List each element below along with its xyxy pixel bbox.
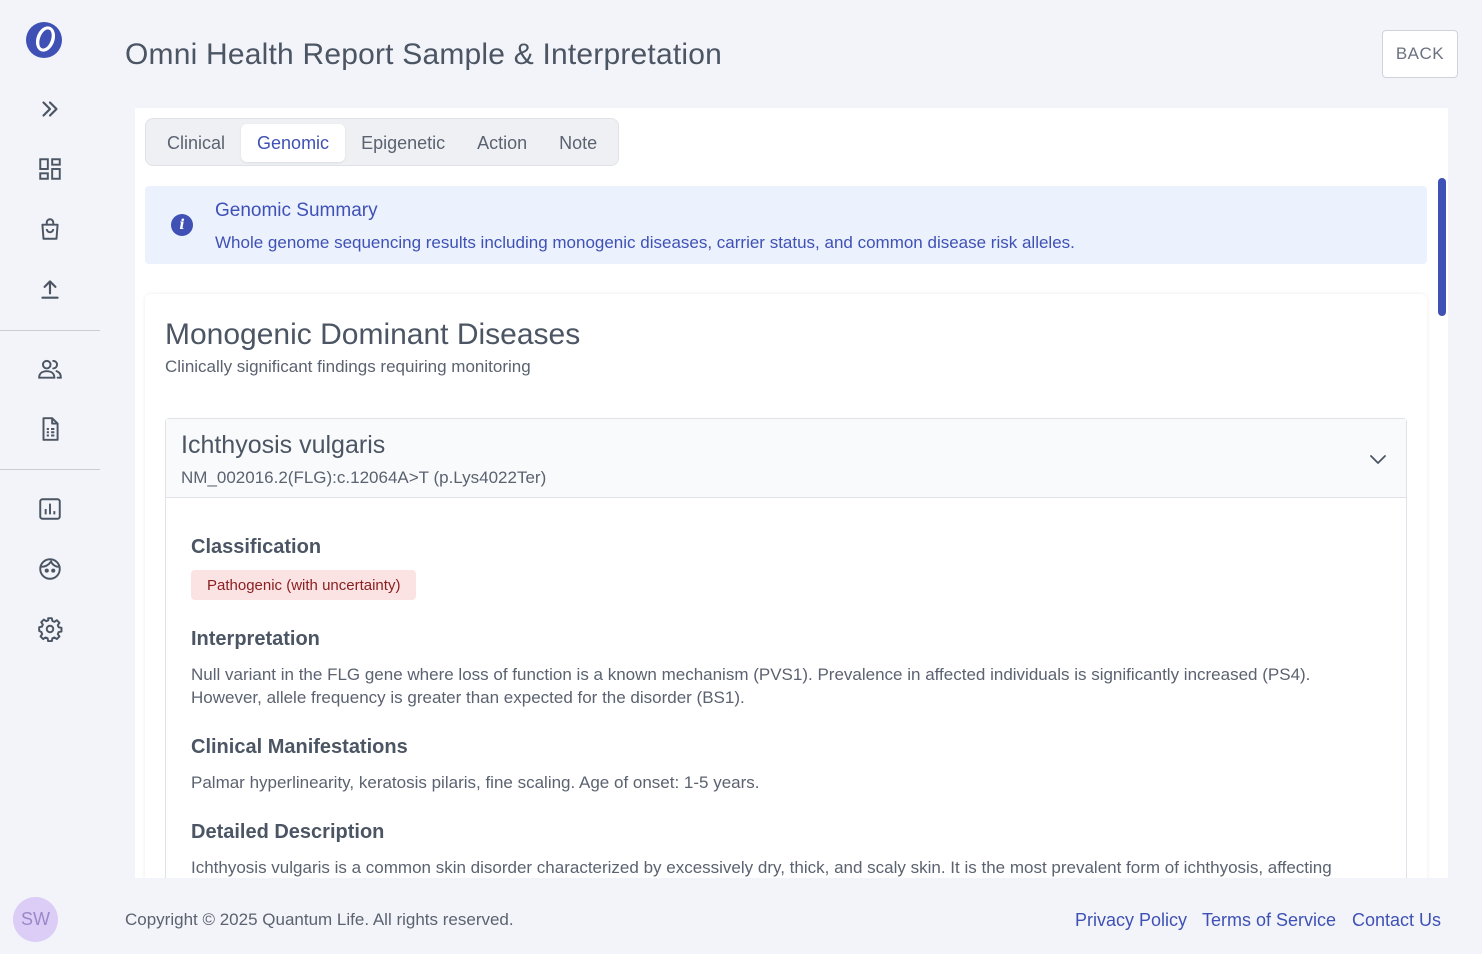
tab-epigenetic[interactable]: Epigenetic	[345, 124, 461, 162]
info-text: Whole genome sequencing results includin…	[215, 233, 1075, 252]
info-icon: i	[171, 214, 193, 236]
finding-accordion: Ichthyosis vulgaris NM_002016.2(FLG):c.1…	[165, 418, 1407, 878]
upload-icon[interactable]	[32, 271, 68, 307]
footer-copyright: Copyright © 2025 Quantum Life. All right…	[125, 910, 514, 929]
back-button[interactable]: BACK	[1382, 30, 1458, 78]
shopping-bag-icon[interactable]	[32, 211, 68, 247]
interpretation-label: Interpretation	[191, 628, 320, 650]
classification-label: Classification	[191, 536, 322, 558]
dashboard-icon[interactable]	[32, 151, 68, 187]
info-title: Genomic Summary	[215, 200, 378, 221]
info-banner: i Genomic Summary Whole genome sequencin…	[145, 186, 1427, 264]
document-icon[interactable]	[32, 411, 68, 447]
sidebar: SW	[0, 0, 100, 954]
manifestations-text: Palmar hyperlinearity, keratosis pilaris…	[191, 773, 760, 792]
section-card: Monogenic Dominant Diseases Clinically s…	[145, 294, 1427, 878]
description-label: Detailed Description	[191, 821, 385, 843]
classification-badge: Pathogenic (with uncertainty)	[191, 570, 417, 600]
chart-icon[interactable]	[32, 491, 68, 527]
manifestations-label: Clinical Manifestations	[191, 736, 408, 758]
scrollbar[interactable]	[1438, 178, 1446, 316]
section-subtitle: Clinically significant findings requirin…	[165, 357, 531, 376]
finding-variant: NM_002016.2(FLG):c.12064A>T (p.Lys4022Te…	[181, 468, 547, 487]
gear-icon[interactable]	[32, 611, 68, 647]
users-icon[interactable]	[32, 351, 68, 387]
avatar[interactable]: SW	[13, 897, 58, 942]
finding-name: Ichthyosis vulgaris	[181, 431, 386, 459]
page-title: Omni Health Report Sample & Interpretati…	[125, 38, 723, 71]
interpretation-text: Null variant in the FLG gene where loss …	[191, 665, 1311, 707]
expand-icon[interactable]	[32, 91, 68, 127]
privacy-policy-link[interactable]: Privacy Policy	[1075, 910, 1187, 931]
sidebar-divider	[0, 469, 100, 470]
main-content: Clinical Genomic Epigenetic Action Note …	[135, 108, 1448, 878]
section-title: Monogenic Dominant Diseases	[165, 318, 581, 351]
app-logo[interactable]	[24, 20, 64, 60]
description-text: Ichthyosis vulgaris is a common skin dis…	[191, 858, 1332, 877]
contact-us-link[interactable]: Contact Us	[1352, 910, 1441, 931]
chevron-down-icon[interactable]	[1368, 449, 1388, 469]
tab-action[interactable]: Action	[461, 124, 543, 162]
face-icon[interactable]	[32, 551, 68, 587]
terms-of-service-link[interactable]: Terms of Service	[1202, 910, 1336, 931]
tab-genomic[interactable]: Genomic	[241, 124, 346, 162]
accordion-header[interactable]: Ichthyosis vulgaris NM_002016.2(FLG):c.1…	[166, 419, 1406, 498]
tab-bar: Clinical Genomic Epigenetic Action Note	[145, 118, 620, 166]
tab-clinical[interactable]: Clinical	[151, 124, 241, 162]
sidebar-divider	[0, 330, 100, 331]
tab-note[interactable]: Note	[543, 124, 613, 162]
